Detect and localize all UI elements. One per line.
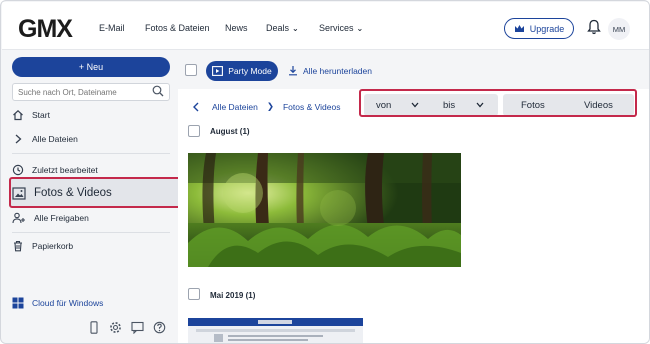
breadcrumb: Alle Dateien ❯ Fotos & Videos <box>192 101 340 112</box>
clock-icon <box>12 164 24 176</box>
party-mode-button[interactable]: Party Mode <box>206 61 278 81</box>
main-content: Party Mode Alle herunterladen Alle Datei… <box>178 51 649 343</box>
select-all-checkbox[interactable] <box>185 64 197 76</box>
mobile-icon[interactable] <box>88 321 100 334</box>
windows-icon <box>12 297 24 309</box>
upgrade-button[interactable]: Upgrade <box>504 18 574 39</box>
nav-deals[interactable]: Deals ⌄ <box>266 23 299 33</box>
gear-icon[interactable] <box>109 321 122 334</box>
sidebar-item-label: Zuletzt bearbeitet <box>32 165 98 175</box>
share-users-icon <box>12 212 25 224</box>
app-window: GMX E-Mail Fotos & Dateien News Deals ⌄ S… <box>0 0 650 344</box>
upgrade-label: Upgrade <box>529 23 565 34</box>
search-icon[interactable] <box>152 85 164 97</box>
download-all-label: Alle herunterladen <box>303 65 372 76</box>
party-mode-label: Party Mode <box>228 66 272 76</box>
slideshow-icon <box>212 66 224 76</box>
highlight-frame <box>9 177 204 208</box>
breadcrumb-all-files[interactable]: Alle Dateien <box>212 102 258 112</box>
bell-icon[interactable] <box>587 19 601 35</box>
sidebar: + Neu Start Alle Dateien Zuletzt bearbei… <box>2 51 204 343</box>
breadcrumb-separator-icon: ❯ <box>266 101 274 111</box>
nav-news[interactable]: News <box>225 23 248 33</box>
nav-services[interactable]: Services ⌄ <box>319 23 363 33</box>
sidebar-item-label: Alle Dateien <box>32 134 78 144</box>
group-heading: August (1) <box>210 127 250 136</box>
download-all-button[interactable]: Alle herunterladen <box>288 65 372 76</box>
jungle-image <box>188 153 461 267</box>
group-heading: Mai 2019 (1) <box>210 291 256 300</box>
nav-deals-label: Deals <box>266 23 290 33</box>
toolbar: Party Mode Alle herunterladen <box>178 51 649 89</box>
crown-icon <box>514 25 524 32</box>
chevron-down-icon: ⌄ <box>356 24 364 33</box>
cloud-for-windows-link[interactable]: Cloud für Windows <box>12 297 103 309</box>
chevron-down-icon: ⌄ <box>292 24 299 33</box>
filter-highlight-frame <box>359 89 637 117</box>
cloud-label: Cloud für Windows <box>32 298 104 308</box>
group-checkbox[interactable] <box>188 125 200 137</box>
sidebar-item-trash[interactable]: Papierkorb <box>12 235 170 257</box>
new-button[interactable]: + Neu <box>12 57 170 77</box>
feedback-icon[interactable] <box>131 321 144 334</box>
sidebar-item-shares[interactable]: Alle Freigaben <box>12 207 170 229</box>
search-input[interactable] <box>12 83 170 101</box>
top-header: GMX E-Mail Fotos & Dateien News Deals ⌄ S… <box>2 2 649 50</box>
nav-email[interactable]: E-Mail <box>99 23 125 33</box>
sidebar-footer <box>88 321 166 334</box>
avatar[interactable]: MM <box>608 18 630 40</box>
chevron-right-icon <box>15 134 22 144</box>
back-chevron-icon[interactable] <box>192 102 200 112</box>
download-icon <box>289 66 297 76</box>
photo-thumbnail-screenshot[interactable] <box>188 318 363 343</box>
sidebar-item-label: Papierkorb <box>32 241 74 251</box>
sidebar-item-label: Alle Freigaben <box>34 213 89 223</box>
photo-thumbnail-jungle[interactable] <box>188 153 461 267</box>
sidebar-divider <box>12 153 170 154</box>
help-icon[interactable] <box>153 321 166 334</box>
sidebar-divider <box>12 232 170 233</box>
home-icon <box>13 109 23 121</box>
nav-files[interactable]: Fotos & Dateien <box>145 23 210 33</box>
nav-services-label: Services <box>319 23 354 33</box>
sidebar-item-label: Start <box>32 110 50 120</box>
sidebar-item-start[interactable]: Start <box>12 104 170 126</box>
gmx-logo[interactable]: GMX <box>18 15 73 44</box>
screenshot-image <box>188 318 363 342</box>
breadcrumb-photos-videos[interactable]: Fotos & Videos <box>283 102 341 112</box>
group-checkbox[interactable] <box>188 288 200 300</box>
trash-icon <box>14 241 22 252</box>
sidebar-item-all-files[interactable]: Alle Dateien <box>12 128 170 150</box>
